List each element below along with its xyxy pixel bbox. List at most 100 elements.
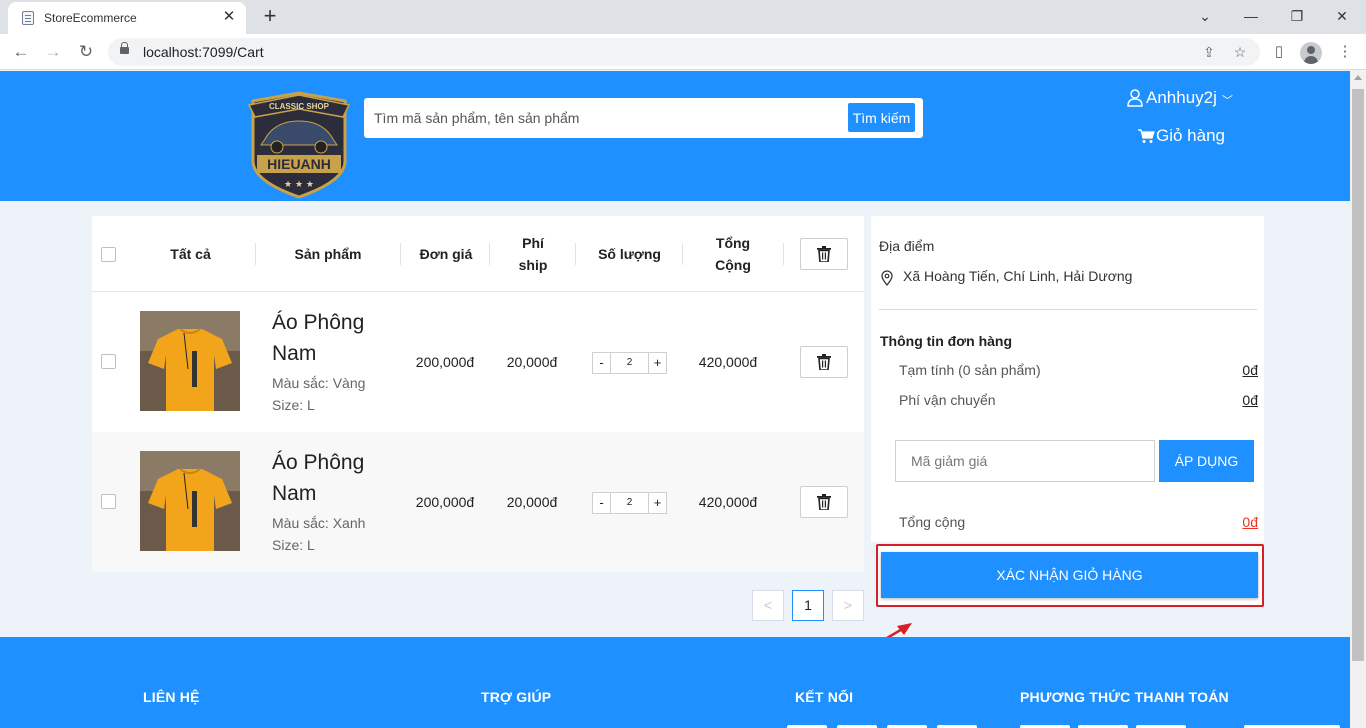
delete-all-button[interactable] bbox=[800, 238, 848, 270]
order-info-title: Thông tin đơn hàng bbox=[880, 333, 1013, 349]
order-summary: Địa điểm Xã Hoàng Tiến, Chí Linh, Hải Dư… bbox=[871, 216, 1264, 542]
page-icon bbox=[22, 11, 34, 25]
header-divider bbox=[783, 243, 784, 265]
row-total: 420,000đ bbox=[698, 354, 758, 370]
side-panel-icon[interactable]: ▯ bbox=[1266, 40, 1292, 64]
header-divider bbox=[255, 243, 256, 265]
product-size: Size: L bbox=[272, 537, 315, 553]
increase-button[interactable]: + bbox=[649, 493, 666, 513]
browser-tab[interactable]: StoreEcommerce ✕ bbox=[8, 2, 246, 34]
col-all: Tất cả bbox=[170, 246, 211, 262]
profile-avatar-icon[interactable] bbox=[1300, 42, 1322, 64]
delete-item-button[interactable] bbox=[800, 346, 848, 378]
menu-kebab-icon[interactable]: ⋮ bbox=[1332, 40, 1358, 64]
back-icon[interactable]: ← bbox=[8, 40, 34, 64]
unit-price: 200,000đ bbox=[415, 494, 475, 510]
ship-fee: 20,000đ bbox=[506, 494, 558, 510]
decrease-button[interactable]: - bbox=[593, 353, 610, 373]
product-image[interactable] bbox=[140, 451, 240, 551]
confirm-cart-button[interactable]: XÁC NHẬN GIỎ HÀNG bbox=[881, 552, 1258, 598]
product-name[interactable]: Áo Phông Nam bbox=[272, 447, 382, 509]
product-color: Màu sắc: Vàng bbox=[272, 375, 366, 391]
apply-coupon-button[interactable]: ÁP DỤNG bbox=[1159, 440, 1254, 482]
address-bar[interactable]: localhost:7099/Cart ⇪ ☆ bbox=[108, 38, 1260, 66]
confirm-highlight-box: XÁC NHẬN GIỎ HÀNG bbox=[876, 544, 1264, 607]
forward-icon[interactable]: → bbox=[40, 40, 66, 64]
browser-toolbar: ← → ↻ localhost:7099/Cart ⇪ ☆ ▯ ⋮ bbox=[0, 34, 1366, 70]
footer-help-heading: TRỢ GIÚP bbox=[481, 689, 552, 705]
quantity-stepper: - 2 + bbox=[592, 492, 667, 514]
footer-contact-heading: LIÊN HỆ bbox=[143, 689, 200, 705]
unit-price: 200,000đ bbox=[415, 354, 475, 370]
tab-search-icon[interactable]: ⌄ bbox=[1183, 4, 1227, 28]
page-scrollbar[interactable] bbox=[1350, 71, 1366, 728]
select-all-checkbox[interactable] bbox=[101, 247, 116, 262]
trash-icon bbox=[817, 494, 831, 510]
row-total: 420,000đ bbox=[698, 494, 758, 510]
url-text[interactable]: localhost:7099/Cart bbox=[143, 44, 264, 60]
scroll-thumb[interactable] bbox=[1352, 89, 1364, 661]
item-checkbox[interactable] bbox=[101, 494, 116, 509]
product-name[interactable]: Áo Phông Nam bbox=[272, 307, 382, 369]
quantity-stepper: - 2 + bbox=[592, 352, 667, 374]
quantity-input[interactable]: 2 bbox=[610, 493, 649, 513]
restore-icon[interactable]: ❐ bbox=[1275, 4, 1319, 28]
cart-label[interactable]: Giỏ hàng bbox=[1156, 126, 1225, 146]
pagination-next[interactable]: > bbox=[832, 590, 864, 621]
bookmark-star-icon[interactable]: ☆ bbox=[1229, 41, 1251, 63]
increase-button[interactable]: + bbox=[649, 353, 666, 373]
location-pin-icon bbox=[881, 270, 893, 286]
logo-top-text: CLASSIC SHOP bbox=[269, 102, 330, 111]
close-tab-icon[interactable]: ✕ bbox=[218, 6, 240, 28]
cart-row: Áo Phông Nam Màu sắc: Vàng Size: L 200,00… bbox=[92, 292, 864, 432]
new-tab-icon[interactable]: + bbox=[258, 5, 282, 29]
logo-main-text: HIEUANH bbox=[267, 156, 331, 172]
cart-icon bbox=[1138, 129, 1155, 143]
share-icon[interactable]: ⇪ bbox=[1198, 41, 1220, 63]
subtotal-value: 0đ bbox=[1242, 362, 1258, 378]
user-menu[interactable]: Anhhuy2j ﹀ bbox=[1127, 88, 1233, 108]
user-icon bbox=[1127, 89, 1143, 107]
product-color: Màu sắc: Xanh bbox=[272, 515, 366, 531]
chevron-down-icon[interactable]: ﹀ bbox=[1222, 92, 1233, 108]
coupon-input[interactable] bbox=[895, 440, 1155, 482]
item-checkbox[interactable] bbox=[101, 354, 116, 369]
location-label: Địa điểm bbox=[879, 238, 935, 254]
cart-table: Tất cả Sản phẩm Đơn giá Phí ship Số lượng… bbox=[92, 216, 864, 572]
footer-payment-heading: PHƯƠNG THỨC THANH TOÁN bbox=[1020, 689, 1229, 705]
delivery-address[interactable]: Xã Hoàng Tiến, Chí Linh, Hải Dương bbox=[903, 268, 1132, 284]
decrease-button[interactable]: - bbox=[593, 493, 610, 513]
quantity-input[interactable]: 2 bbox=[610, 353, 649, 373]
shipping-label: Phí vận chuyển bbox=[899, 392, 996, 408]
subtotal-label: Tạm tính (0 sản phẩm) bbox=[899, 362, 1041, 378]
close-window-icon[interactable]: ✕ bbox=[1320, 4, 1364, 28]
product-size: Size: L bbox=[272, 397, 315, 413]
browser-tab-bar: StoreEcommerce ✕ + ⌄ — ❐ ✕ bbox=[0, 0, 1366, 34]
lock-icon[interactable] bbox=[120, 42, 129, 54]
shipping-value: 0đ bbox=[1242, 392, 1258, 408]
cart-link[interactable]: Giỏ hàng bbox=[1138, 126, 1225, 146]
cart-row: Áo Phông Nam Màu sắc: Xanh Size: L 200,00… bbox=[92, 432, 864, 572]
pagination-prev[interactable]: < bbox=[752, 590, 784, 621]
search-input[interactable] bbox=[374, 106, 844, 130]
total-value: 0đ bbox=[1242, 514, 1258, 530]
svg-text:★ ★ ★: ★ ★ ★ bbox=[284, 180, 314, 190]
shop-logo[interactable]: CLASSIC SHOP HIEUANH ★ ★ ★ bbox=[245, 87, 353, 199]
search-button[interactable]: Tìm kiếm bbox=[848, 103, 915, 132]
trash-icon bbox=[817, 354, 831, 370]
site-header: CLASSIC SHOP HIEUANH ★ ★ ★ Tìm kiếm Anhh… bbox=[0, 71, 1350, 201]
minimize-icon[interactable]: — bbox=[1229, 4, 1273, 28]
col-unit-price: Đơn giá bbox=[419, 246, 473, 262]
product-image[interactable] bbox=[140, 311, 240, 411]
footer-connect-heading: KẾT NỐI bbox=[795, 689, 854, 705]
col-total: Tổng Cộng bbox=[715, 235, 751, 273]
username[interactable]: Anhhuy2j bbox=[1146, 88, 1217, 108]
col-product: Sản phẩm bbox=[294, 246, 362, 262]
reload-icon[interactable]: ↻ bbox=[73, 40, 99, 64]
pagination-page-1[interactable]: 1 bbox=[792, 590, 824, 621]
tab-title: StoreEcommerce bbox=[44, 11, 137, 25]
delete-item-button[interactable] bbox=[800, 486, 848, 518]
site-footer: LIÊN HỆ TRỢ GIÚP KẾT NỐI PHƯƠNG THỨC THA… bbox=[0, 637, 1350, 728]
trash-icon bbox=[817, 246, 831, 262]
scroll-up-icon[interactable] bbox=[1354, 75, 1362, 80]
